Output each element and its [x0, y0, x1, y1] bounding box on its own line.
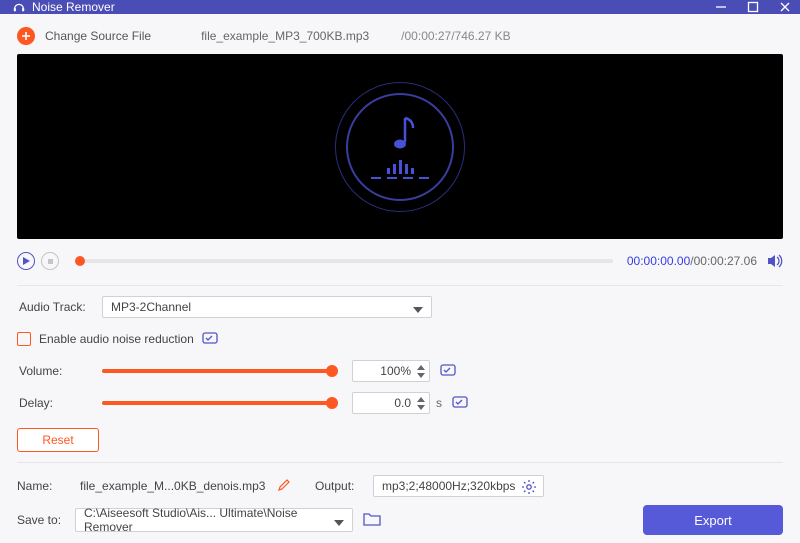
audio-visual-icon [346, 93, 454, 201]
close-button[interactable] [778, 0, 792, 14]
chevron-down-icon [413, 304, 423, 318]
gear-icon[interactable] [521, 479, 537, 498]
name-label: Name: [17, 479, 75, 493]
delay-down-button[interactable] [415, 403, 427, 411]
delay-label: Delay: [17, 396, 102, 410]
open-folder-icon[interactable] [363, 511, 381, 530]
stop-button[interactable] [41, 252, 59, 270]
audio-track-label: Audio Track: [17, 300, 102, 314]
save-to-value: C:\Aiseesoft Studio\Ais... Ultimate\Nois… [84, 506, 344, 534]
volume-up-button[interactable] [415, 363, 427, 371]
noise-reduction-label: Enable audio noise reduction [39, 332, 194, 346]
output-label: Output: [315, 479, 373, 493]
save-to-label: Save to: [17, 513, 75, 527]
volume-icon[interactable] [765, 252, 783, 270]
delay-input[interactable]: 0.0 [352, 392, 430, 414]
delay-value: 0.0 [394, 396, 411, 410]
delay-unit: s [436, 396, 442, 410]
reset-button[interactable]: Reset [17, 428, 99, 452]
maximize-button[interactable] [746, 0, 760, 14]
volume-down-button[interactable] [415, 371, 427, 379]
window-title: Noise Remover [32, 0, 115, 14]
audio-track-select[interactable]: MP3-2Channel [102, 296, 432, 318]
delay-up-button[interactable] [415, 395, 427, 403]
add-source-button[interactable] [17, 27, 35, 45]
delay-thumb[interactable] [326, 397, 338, 409]
source-filename: file_example_MP3_700KB.mp3 [201, 29, 369, 43]
delay-slider[interactable] [102, 401, 332, 405]
chevron-down-icon [334, 517, 344, 531]
volume-input[interactable]: 100% [352, 360, 430, 382]
edit-name-icon[interactable] [277, 478, 291, 495]
noise-reduction-checkbox[interactable] [17, 332, 31, 346]
app-logo-icon [12, 0, 26, 14]
volume-value: 100% [380, 364, 411, 378]
minimize-button[interactable] [714, 0, 728, 14]
volume-thumb[interactable] [326, 365, 338, 377]
output-format-box[interactable]: mp3;2;48000Hz;320kbps [373, 475, 544, 497]
delay-reset-icon[interactable] [452, 394, 468, 413]
source-info: /00:00:27/746.27 KB [401, 29, 510, 43]
name-field: file_example_M...0KB_denois.mp3 [75, 475, 275, 497]
timeline-slider[interactable] [75, 259, 613, 263]
save-to-select[interactable]: C:\Aiseesoft Studio\Ais... Ultimate\Nois… [75, 508, 353, 532]
export-button[interactable]: Export [643, 505, 783, 535]
audio-track-value: MP3-2Channel [111, 300, 191, 314]
titlebar: Noise Remover [0, 0, 800, 14]
volume-slider[interactable] [102, 369, 332, 373]
play-button[interactable] [17, 252, 35, 270]
denoise-settings-icon[interactable] [202, 330, 218, 349]
change-source-label[interactable]: Change Source File [45, 29, 151, 43]
output-format-value: mp3;2;48000Hz;320kbps [382, 479, 515, 493]
time-display: 00:00:00.00/00:00:27.06 [627, 254, 757, 268]
volume-reset-icon[interactable] [440, 362, 456, 381]
preview-area [17, 54, 783, 239]
volume-label: Volume: [17, 364, 102, 378]
timeline-thumb[interactable] [75, 256, 85, 266]
